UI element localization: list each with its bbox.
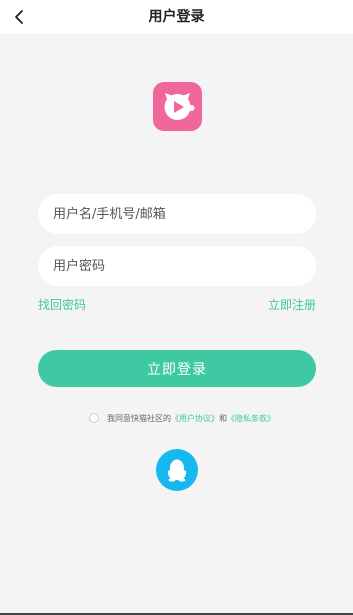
header-bar: 用户登录 — [0, 0, 353, 34]
chevron-left-icon — [15, 10, 23, 24]
login-button[interactable]: 立即登录 — [38, 350, 316, 387]
qq-penguin-icon — [167, 459, 187, 482]
app-logo — [153, 82, 202, 131]
forgot-password-link[interactable]: 找回密码 — [38, 296, 86, 313]
username-field[interactable] — [38, 194, 316, 234]
login-page: 用户登录 找回密码 立即注册 立即登录 我同意快猫社区的 — [0, 0, 353, 615]
kuaimao-cat-play-logo-icon — [153, 82, 202, 131]
register-link[interactable]: 立即注册 — [268, 296, 316, 313]
user-agreement-link[interactable]: 《用户协议》 — [171, 413, 219, 424]
page-title: 用户登录 — [148, 9, 205, 25]
agree-checkbox[interactable] — [89, 413, 99, 423]
privacy-policy-link[interactable]: 《隐私条款》 — [227, 413, 275, 424]
agreement-prefix: 我同意快猫社区的 — [107, 413, 171, 423]
qq-login-button[interactable] — [156, 449, 198, 491]
username-input[interactable] — [53, 194, 316, 234]
agreement-conjunction: 和 — [219, 413, 227, 423]
back-button[interactable] — [8, 5, 30, 29]
password-input[interactable] — [53, 246, 316, 286]
agreement-row: 我同意快猫社区的 《用户协议》 和 《隐私条款》 — [89, 410, 275, 426]
password-field[interactable] — [38, 246, 316, 286]
